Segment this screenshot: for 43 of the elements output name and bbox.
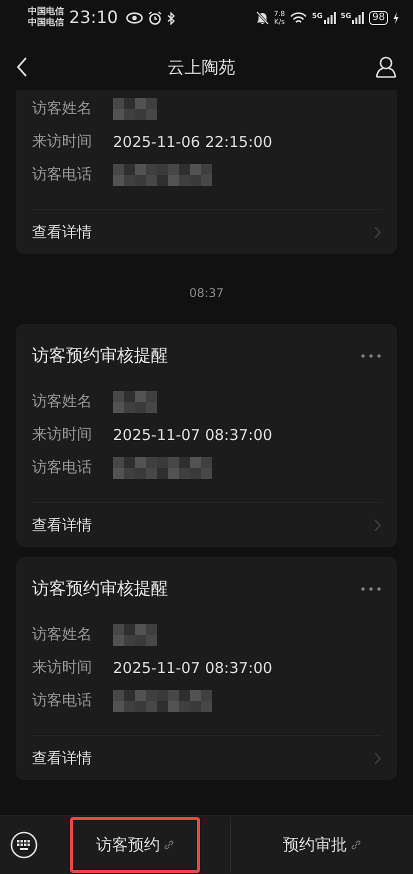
wifi-icon [290,12,308,24]
link-icon [164,840,174,850]
signal-icon [352,12,364,24]
field-label: 来访时间 [32,658,93,677]
field-label: 来访时间 [32,425,93,444]
eye-icon [126,12,143,24]
carrier-name: 中国电信 [28,7,64,17]
field-label: 访客姓名 [32,392,93,411]
back-icon[interactable] [16,57,28,77]
status-time: 23:10 [69,8,118,28]
muted-bell-icon [256,11,269,25]
menu-button[interactable]: 预约审批 [230,817,413,873]
message-time: 08:37 [189,286,224,300]
charging-icon [393,12,399,24]
alarm-icon [148,11,162,25]
card-title: 访客预约审核提醒 [32,578,168,600]
view-details-link[interactable]: 查看详情 [32,209,381,254]
chevron-icon [374,752,381,764]
field-value: 2025-11-07 08:37:00 [113,426,272,444]
field-label: 访客姓名 [32,625,93,644]
signal-icon [324,12,336,24]
more-icon[interactable] [361,586,381,590]
chevron-icon [374,226,381,238]
menu-button[interactable]: 访客预约 [70,817,200,873]
field-value: 2025-11-07 08:37:00 [113,658,272,676]
view-details-link[interactable]: 查看详情 [32,735,381,780]
profile-icon[interactable] [375,56,397,78]
more-icon[interactable] [361,354,381,358]
card-title: 访客预约审核提醒 [32,345,168,367]
bluetooth-icon [167,12,175,24]
keyboard-icon[interactable] [10,831,38,859]
carrier-name: 中国电信 [28,18,64,29]
field-label: 访客电话 [32,458,93,477]
page-title: 云上陶苑 [168,56,236,78]
chevron-icon [374,518,381,532]
field-label: 访客电话 [32,691,93,710]
view-details-link[interactable]: 查看详情 [32,502,381,547]
field-label: 来访时间 [32,132,93,151]
battery-level: 98 [369,11,388,25]
field-label: 访客姓名 [32,99,93,118]
link-icon [351,840,361,850]
field-value: 2025-11-06 22:15:00 [113,132,272,150]
field-label: 访客电话 [32,165,93,184]
